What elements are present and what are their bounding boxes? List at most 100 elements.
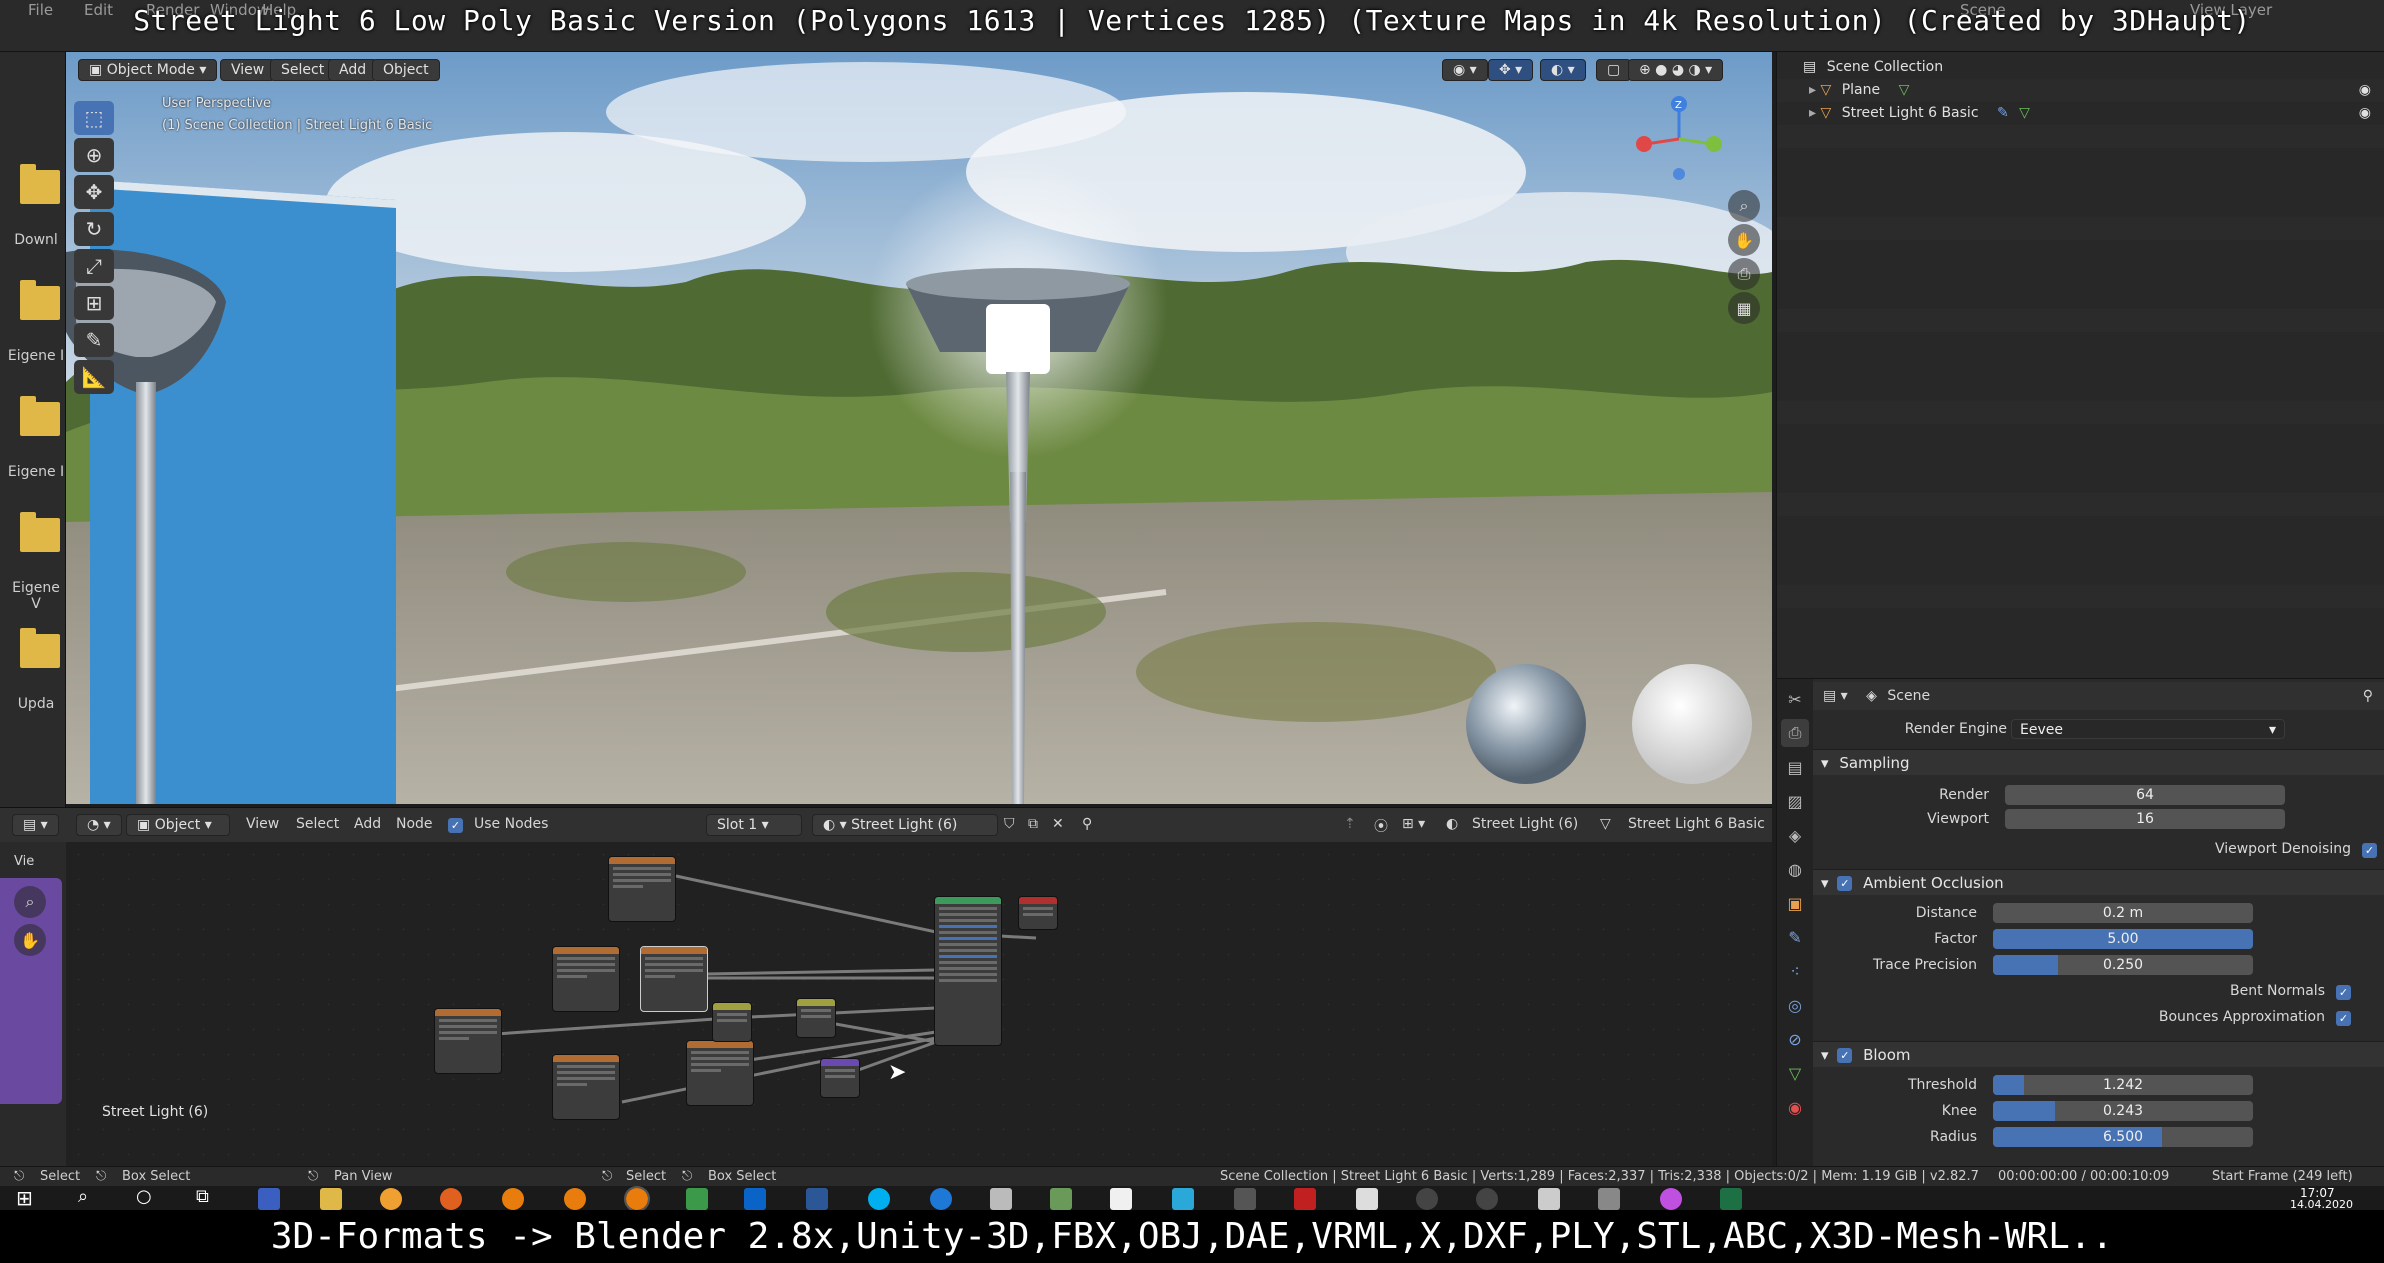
outliner-root[interactable]: ▤ Scene Collection xyxy=(1777,56,2384,79)
vector-node[interactable] xyxy=(820,1058,860,1098)
app-icon[interactable] xyxy=(1356,1188,1378,1210)
bloom-threshold-slider[interactable]: 1.242 xyxy=(1993,1075,2253,1095)
spreadsheet-icon[interactable] xyxy=(686,1188,708,1210)
data-tab-icon[interactable]: ▽ xyxy=(1781,1059,1809,1087)
world-tab-icon[interactable]: ◍ xyxy=(1781,855,1809,883)
render-engine-dropdown[interactable]: Eevee ▾ xyxy=(2011,719,2285,739)
duplicate-icon[interactable]: ⧉ xyxy=(1028,816,1038,832)
acrobat-icon[interactable] xyxy=(1294,1188,1316,1210)
shader-type-dropdown[interactable]: ▣ Object ▾ xyxy=(126,814,230,836)
app-icon[interactable] xyxy=(1172,1188,1194,1210)
material-tab-icon[interactable]: ◉ xyxy=(1781,1093,1809,1121)
material-selector[interactable]: ◐ ▾ Street Light (6) xyxy=(812,814,998,836)
pin-icon[interactable]: ⚲ xyxy=(1082,816,1092,832)
vectornator-icon[interactable] xyxy=(1110,1188,1132,1210)
navigation-gizmo[interactable]: Z xyxy=(1634,94,1724,184)
render-tab-icon[interactable]: ⎙ xyxy=(1781,719,1809,747)
converter-node[interactable] xyxy=(712,1002,752,1042)
folder-icon[interactable] xyxy=(20,164,60,204)
viewport-denoising-checkbox[interactable]: ✓ xyxy=(2362,843,2377,858)
annotate-icon[interactable]: ✎ xyxy=(74,323,114,357)
ao-enable-checkbox[interactable]: ✓ xyxy=(1837,876,1853,891)
object-menu[interactable]: Object xyxy=(372,59,440,81)
overlay-toggle-icon[interactable]: ◐ ▾ xyxy=(1540,59,1586,81)
cursor-icon[interactable]: ⊕ xyxy=(74,138,114,172)
windows-start-icon[interactable]: ⊞ xyxy=(16,1186,33,1210)
app-icon[interactable] xyxy=(380,1188,402,1210)
measure-icon[interactable]: 📐 xyxy=(74,360,114,394)
shading-modes-icon[interactable]: ⊕ ● ◕ ◑ ▾ xyxy=(1628,59,1724,81)
zoom-icon[interactable]: ⌕ xyxy=(14,886,46,918)
blender-active-icon[interactable] xyxy=(624,1186,650,1212)
eye-icon[interactable]: ◉ xyxy=(2359,79,2371,102)
ne-add-menu[interactable]: Add xyxy=(354,816,381,832)
move-icon[interactable]: ✥ xyxy=(74,175,114,209)
blender-icon[interactable] xyxy=(564,1188,586,1210)
view-menu[interactable]: View xyxy=(220,59,276,81)
use-nodes-checkbox[interactable]: ✓ xyxy=(448,818,463,833)
3d-viewport[interactable]: ▣ Object Mode ▾ View Select Add Object ◉… xyxy=(66,52,1772,804)
physics-tab-icon[interactable]: ◎ xyxy=(1781,991,1809,1019)
output-tab-icon[interactable]: ▤ xyxy=(1781,753,1809,781)
folder-icon[interactable] xyxy=(20,280,60,320)
render-samples-field[interactable]: 64 xyxy=(2005,785,2285,805)
bent-normals-checkbox[interactable]: ✓ xyxy=(2336,985,2351,1000)
snap-icon[interactable]: ⦿ xyxy=(1374,816,1388,836)
edge-icon[interactable] xyxy=(930,1188,952,1210)
ao-trace-slider[interactable]: 0.250 xyxy=(1993,955,2253,975)
ao-distance-field[interactable]: 0.2 m xyxy=(1993,903,2253,923)
bloom-panel-header[interactable]: ▾ ✓ Bloom xyxy=(1813,1041,2384,1067)
bloom-radius-slider[interactable]: 6.500 xyxy=(1993,1127,2253,1147)
slot-dropdown[interactable]: Slot 1 ▾ xyxy=(706,814,802,836)
view-layer-tab-icon[interactable]: ▨ xyxy=(1781,787,1809,815)
principled-bsdf-node[interactable] xyxy=(934,896,1002,1046)
ne-node-menu[interactable]: Node xyxy=(396,816,433,832)
pan-hand-icon[interactable]: ✋ xyxy=(14,924,46,956)
expand-arrow-icon[interactable]: ▸ xyxy=(1809,105,1816,121)
app-icon[interactable] xyxy=(1476,1188,1498,1210)
editor-type-icon[interactable]: ▤ ▾ xyxy=(1823,688,1848,704)
texture-node[interactable] xyxy=(608,856,676,922)
material-right-name[interactable]: Street Light (6) xyxy=(1472,816,1578,832)
grid-icon[interactable]: ▦ xyxy=(1728,292,1760,324)
texture-node[interactable] xyxy=(552,1054,620,1120)
app-icon[interactable] xyxy=(1050,1188,1072,1210)
fake-user-icon[interactable]: ⛉ xyxy=(1004,816,1015,832)
editor-type-icon[interactable]: ▤ ▾ xyxy=(12,814,59,836)
task-view-icon[interactable]: ⧉ xyxy=(196,1186,209,1207)
select-menu[interactable]: Select xyxy=(270,59,336,81)
modifier-tab-icon[interactable]: ✎ xyxy=(1781,923,1809,951)
constraints-tab-icon[interactable]: ⊘ xyxy=(1781,1025,1809,1053)
sampling-panel-header[interactable]: ▾ Sampling xyxy=(1813,749,2384,775)
texture-node[interactable] xyxy=(686,1040,754,1106)
select-box-icon[interactable]: ⬚ xyxy=(74,101,114,135)
bloom-enable-checkbox[interactable]: ✓ xyxy=(1837,1048,1853,1063)
bounces-checkbox[interactable]: ✓ xyxy=(2336,1011,2351,1026)
ne-view-menu[interactable]: View xyxy=(246,816,279,832)
outliner-item-plane[interactable]: ▸ ▽ Plane ▽ ◉ xyxy=(1777,79,2384,102)
app-icon[interactable] xyxy=(1538,1188,1560,1210)
add-menu[interactable]: Add xyxy=(328,59,378,81)
snap-grid-icon[interactable]: ⊞ ▾ xyxy=(1402,816,1425,832)
scene-tab-icon[interactable]: ◈ xyxy=(1781,821,1809,849)
pin-icon[interactable]: ⚲ xyxy=(2363,682,2373,710)
search-icon[interactable]: ⌕ xyxy=(78,1186,88,1207)
parent-node-icon[interactable]: ⇡ xyxy=(1344,816,1356,832)
texture-node[interactable] xyxy=(640,946,708,1012)
ao-factor-slider[interactable]: 5.00 xyxy=(1993,929,2253,949)
word-icon[interactable] xyxy=(806,1188,828,1210)
object-tab-icon[interactable]: ▣ xyxy=(1781,889,1809,917)
cortana-icon[interactable]: ○ xyxy=(136,1186,152,1207)
skype-icon[interactable] xyxy=(868,1188,890,1210)
save-app-icon[interactable] xyxy=(258,1188,280,1210)
converter-node[interactable] xyxy=(796,998,836,1038)
pan-hand-icon[interactable]: ✋ xyxy=(1728,224,1760,256)
app-icon[interactable] xyxy=(1416,1188,1438,1210)
rotate-icon[interactable]: ↻ xyxy=(74,212,114,246)
bloom-knee-slider[interactable]: 0.243 xyxy=(1993,1101,2253,1121)
outliner-item-street-light[interactable]: ▸ ▽ Street Light 6 Basic ✎ ▽ ◉ xyxy=(1777,102,2384,125)
app-icon[interactable] xyxy=(1234,1188,1256,1210)
ao-panel-header[interactable]: ▾ ✓ Ambient Occlusion xyxy=(1813,869,2384,895)
ne-select-menu[interactable]: Select xyxy=(296,816,339,832)
texture-node[interactable] xyxy=(552,946,620,1012)
